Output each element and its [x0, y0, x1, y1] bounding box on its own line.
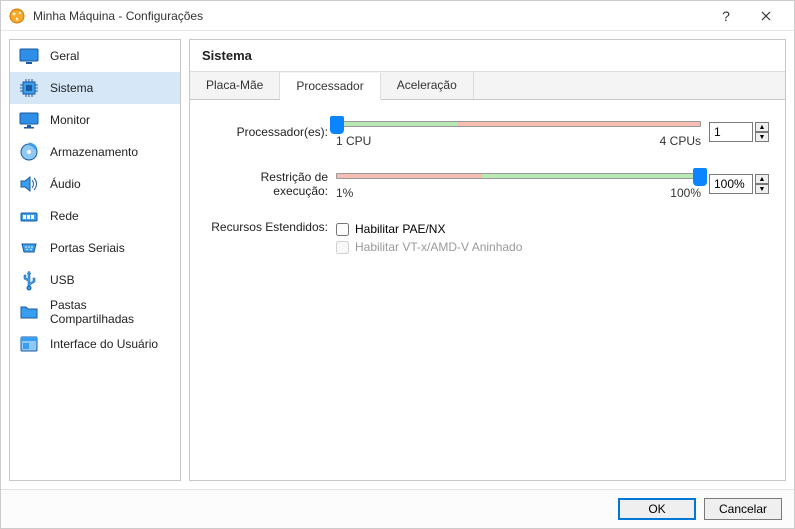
processor-count-spinbox[interactable]: ▲ ▼	[709, 122, 769, 142]
monitor-icon	[18, 109, 40, 131]
execution-cap-spin-up[interactable]: ▲	[755, 174, 769, 184]
sidebar-item-ui[interactable]: Interface do Usuário	[10, 328, 180, 360]
processor-slider-min: 1 CPU	[336, 134, 371, 148]
processor-panel: Processador(es): 1 CPU 4 CPUs	[190, 100, 785, 480]
disk-icon	[18, 141, 40, 163]
extended-features-label: Recursos Estendidos:	[206, 220, 336, 234]
tab-acceleration[interactable]: Aceleração	[381, 72, 474, 99]
sidebar-item-label: Sistema	[50, 81, 93, 95]
sidebar-item-system[interactable]: Sistema	[10, 72, 180, 104]
sidebar-item-storage[interactable]: Armazenamento	[10, 136, 180, 168]
cancel-button[interactable]: Cancelar	[704, 498, 782, 520]
nested-vt-checkbox	[336, 241, 349, 254]
processor-count-label: Processador(es):	[206, 125, 336, 139]
sidebar-item-display[interactable]: Monitor	[10, 104, 180, 136]
tab-processor[interactable]: Processador	[280, 73, 380, 100]
sidebar-item-audio[interactable]: Áudio	[10, 168, 180, 200]
main-header: Sistema	[190, 40, 785, 72]
folder-icon	[18, 301, 40, 323]
execution-cap-min: 1%	[336, 186, 353, 200]
speaker-icon	[18, 173, 40, 195]
execution-cap-spinbox[interactable]: ▲ ▼	[709, 174, 769, 194]
close-button[interactable]	[746, 1, 786, 31]
processor-count-slider[interactable]	[336, 116, 701, 132]
pae-nx-checkbox[interactable]	[336, 223, 349, 236]
network-icon	[18, 205, 40, 227]
sidebar-item-serial[interactable]: Portas Seriais	[10, 232, 180, 264]
body-area: Geral Sistema Monitor Armazenamento Áudi…	[1, 31, 794, 489]
nested-vt-label: Habilitar VT-x/AMD-V Aninhado	[355, 240, 522, 254]
titlebar: Minha Máquina - Configurações ?	[1, 1, 794, 31]
processor-count-input[interactable]	[709, 122, 753, 142]
sidebar-item-shared-folders[interactable]: Pastas Compartilhadas	[10, 296, 180, 328]
nested-vt-checkbox-row: Habilitar VT-x/AMD-V Aninhado	[336, 238, 769, 256]
sidebar-item-label: Monitor	[50, 113, 90, 127]
main-panel: Sistema Placa-Mãe Processador Aceleração…	[189, 39, 786, 481]
dialog-footer: OK Cancelar	[1, 489, 794, 528]
execution-cap-label: Restrição de execução:	[206, 170, 336, 198]
chip-icon	[18, 77, 40, 99]
app-icon	[9, 8, 25, 24]
extended-features-row: Recursos Estendidos: Habilitar PAE/NX Ha…	[206, 220, 769, 256]
sidebar-item-label: Interface do Usuário	[50, 337, 158, 351]
sidebar-item-usb[interactable]: USB	[10, 264, 180, 296]
sidebar-item-label: Armazenamento	[50, 145, 138, 159]
tab-motherboard[interactable]: Placa-Mãe	[190, 72, 280, 99]
tabs: Placa-Mãe Processador Aceleração	[190, 72, 785, 100]
sidebar-item-general[interactable]: Geral	[10, 40, 180, 72]
processor-count-row: Processador(es): 1 CPU 4 CPUs	[206, 116, 769, 148]
processor-spin-up[interactable]: ▲	[755, 122, 769, 132]
help-button[interactable]: ?	[706, 1, 746, 31]
processor-spin-down[interactable]: ▼	[755, 132, 769, 142]
execution-cap-row: Restrição de execução: 1% 100%	[206, 168, 769, 200]
window-title: Minha Máquina - Configurações	[33, 9, 706, 23]
window-icon	[18, 333, 40, 355]
execution-cap-input[interactable]	[709, 174, 753, 194]
ok-button[interactable]: OK	[618, 498, 696, 520]
display-icon	[18, 45, 40, 67]
processor-slider-max: 4 CPUs	[660, 134, 701, 148]
sidebar-item-label: Geral	[50, 49, 79, 63]
serial-port-icon	[18, 237, 40, 259]
usb-icon	[18, 269, 40, 291]
sidebar-item-label: Pastas Compartilhadas	[50, 298, 172, 326]
execution-cap-max: 100%	[670, 186, 701, 200]
sidebar-item-network[interactable]: Rede	[10, 200, 180, 232]
settings-sidebar: Geral Sistema Monitor Armazenamento Áudi…	[9, 39, 181, 481]
page-title: Sistema	[202, 48, 773, 63]
pae-nx-label: Habilitar PAE/NX	[355, 222, 445, 236]
sidebar-item-label: USB	[50, 273, 75, 287]
sidebar-item-label: Áudio	[50, 177, 81, 191]
sidebar-item-label: Rede	[50, 209, 79, 223]
sidebar-item-label: Portas Seriais	[50, 241, 125, 255]
execution-cap-slider[interactable]	[336, 168, 701, 184]
pae-nx-checkbox-row[interactable]: Habilitar PAE/NX	[336, 220, 769, 238]
execution-cap-spin-down[interactable]: ▼	[755, 184, 769, 194]
